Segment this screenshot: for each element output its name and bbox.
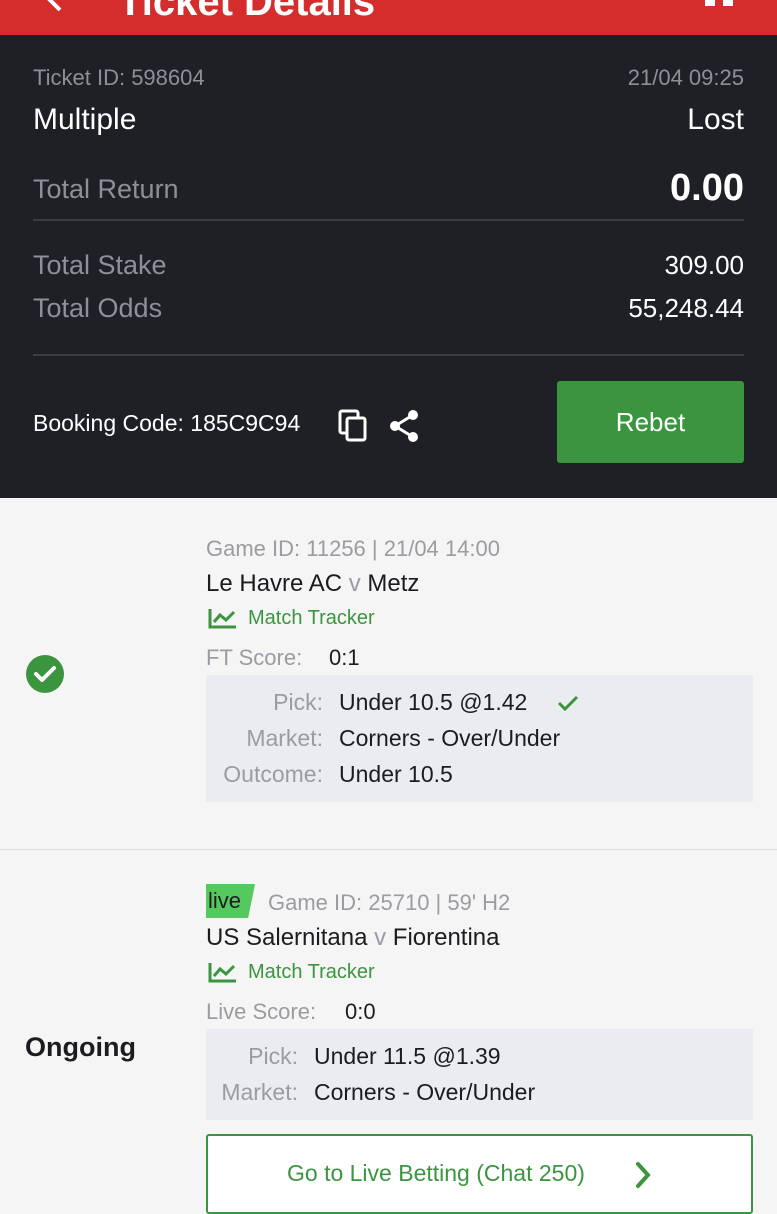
divider xyxy=(33,219,744,221)
home-team: Le Havre AC xyxy=(206,570,343,597)
selection-status: Ongoing xyxy=(25,1032,136,1062)
total-odds-value: 55,248.44 xyxy=(628,293,744,323)
match-tracker-link[interactable]: Match Tracker xyxy=(248,607,375,630)
go-to-live-betting-button[interactable]: Go to Live Betting (Chat 250) xyxy=(206,1134,753,1214)
chevron-right-icon xyxy=(634,1161,652,1194)
divider xyxy=(33,354,744,356)
check-icon xyxy=(556,693,580,718)
score-value: 0:0 xyxy=(345,999,376,1024)
ticket-status: Lost xyxy=(687,103,744,136)
pick-value: Under 10.5 @1.42 xyxy=(339,689,528,715)
copy-icon[interactable] xyxy=(338,409,368,448)
match-tracker-link[interactable]: Match Tracker xyxy=(248,961,375,984)
outcome-value: Under 10.5 xyxy=(339,761,453,787)
ticket-id: Ticket ID: 598604 xyxy=(33,65,205,90)
market-label: Market: xyxy=(246,725,323,751)
ticket-datetime: 21/04 09:25 xyxy=(627,65,744,90)
total-odds-label: Total Odds xyxy=(33,293,163,323)
check-circle-icon xyxy=(26,655,64,698)
match-teams: Le Havre AC v Metz xyxy=(206,570,419,598)
score-label: Live Score: xyxy=(206,999,317,1024)
app-header: Ticket Details xyxy=(0,0,777,35)
home-team: US Salernitana xyxy=(206,924,368,951)
live-badge: live xyxy=(206,884,256,918)
divider xyxy=(0,849,777,850)
share-icon[interactable] xyxy=(388,409,420,448)
pick-label: Pick: xyxy=(273,689,323,715)
market-value: Corners - Over/Under xyxy=(314,1079,536,1105)
pick-details: Pick: Under 11.5 @1.39 Market: Corners -… xyxy=(206,1029,753,1120)
chart-line-icon[interactable] xyxy=(208,607,238,634)
match-teams: US Salernitana v Fiorentina xyxy=(206,924,500,952)
outcome-label: Outcome: xyxy=(223,761,323,787)
game-info: Game ID: 11256 | 21/04 14:00 xyxy=(206,536,500,561)
score-label: FT Score: xyxy=(206,645,303,670)
score-value: 0:1 xyxy=(329,645,360,670)
total-return-label: Total Return xyxy=(33,174,179,204)
total-stake-label: Total Stake xyxy=(33,250,167,280)
market-value: Corners - Over/Under xyxy=(339,725,561,751)
go-live-label: Go to Live Betting (Chat 250) xyxy=(287,1160,585,1186)
pick-details: Pick: Under 10.5 @1.42 Market: Corners -… xyxy=(206,675,753,802)
ticket-summary: Ticket ID: 598604 21/04 09:25 Multiple L… xyxy=(0,35,777,498)
rebet-button[interactable]: Rebet xyxy=(557,381,744,463)
menu-icon[interactable] xyxy=(705,0,735,15)
pick-value: Under 11.5 @1.39 xyxy=(314,1043,501,1069)
back-arrow-icon[interactable] xyxy=(40,0,80,25)
away-team: Fiorentina xyxy=(392,924,500,951)
versus-label: v xyxy=(348,570,361,597)
booking-code: Booking Code: 185C9C94 xyxy=(33,410,301,436)
total-return-value: 0.00 xyxy=(670,167,744,209)
pick-label: Pick: xyxy=(248,1043,298,1069)
versus-label: v xyxy=(374,924,387,951)
away-team: Metz xyxy=(367,570,420,597)
page-title: Ticket Details xyxy=(118,0,376,24)
total-stake-value: 309.00 xyxy=(664,250,744,280)
market-label: Market: xyxy=(221,1079,298,1105)
ticket-type: Multiple xyxy=(33,103,137,136)
game-info: Game ID: 25710 | 59' H2 xyxy=(268,890,511,915)
chart-line-icon[interactable] xyxy=(208,961,238,988)
